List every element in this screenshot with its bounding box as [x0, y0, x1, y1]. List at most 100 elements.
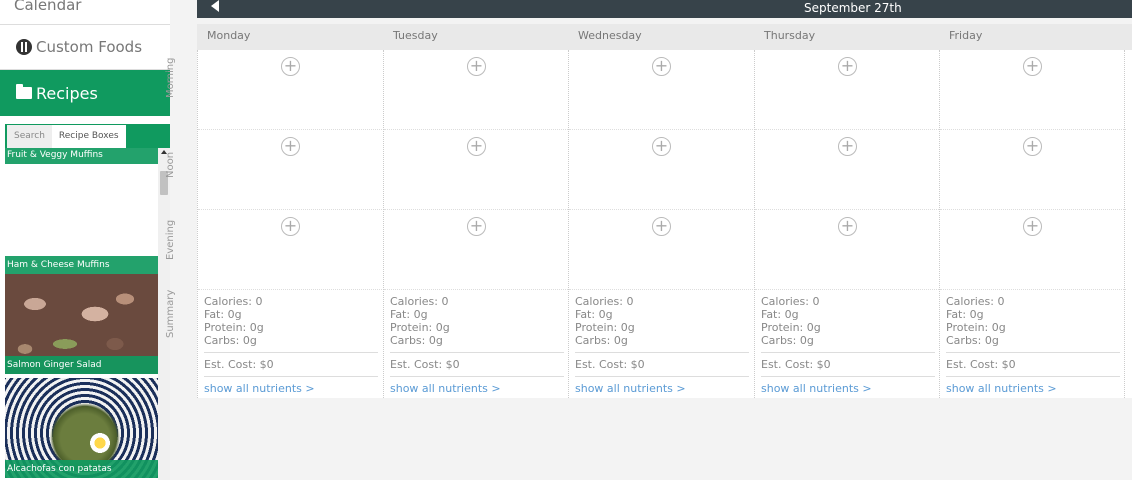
meal-slot[interactable]: + — [384, 50, 570, 130]
day-summary: Calories: 0 Fat: 0g Protein: 0g Carbs: 0… — [940, 290, 1126, 398]
add-meal-icon[interactable]: + — [838, 217, 857, 236]
carbs-value: Carbs: 0g — [390, 334, 443, 347]
meal-slot[interactable]: + — [569, 50, 755, 130]
day-header-row: Monday Tuesday Wednesday Thursday Friday — [197, 24, 1132, 50]
meal-slot[interactable]: + — [569, 130, 755, 210]
add-meal-icon[interactable]: + — [838, 137, 857, 156]
tab-recipe-boxes[interactable]: Recipe Boxes — [51, 125, 126, 148]
row-label-evening: Evening — [165, 219, 176, 260]
divider — [575, 376, 749, 377]
meal-slot[interactable]: + — [198, 210, 384, 290]
est-cost: Est. Cost: $0 — [946, 358, 1016, 371]
divider — [946, 352, 1120, 353]
fat-value: Fat: 0g — [761, 308, 799, 321]
day-summary: Calories: 0 Fat: 0g Protein: 0g Carbs: 0… — [755, 290, 941, 398]
divider — [390, 376, 564, 377]
recipe-name: Fruit & Veggy Muffins — [5, 148, 158, 164]
meal-slot[interactable]: + — [755, 50, 941, 130]
nav-custom-foods[interactable]: Custom Foods — [0, 25, 170, 70]
fat-value: Fat: 0g — [390, 308, 428, 321]
add-meal-icon[interactable]: + — [652, 137, 671, 156]
recipe-card[interactable]: Alcachofas con patatas — [5, 378, 158, 478]
meal-slot[interactable]: + — [384, 210, 570, 290]
recipe-card[interactable]: Fruit & Veggy Muffins — [5, 148, 158, 252]
add-meal-icon[interactable]: + — [467, 57, 486, 76]
nav-calendar[interactable]: Calendar — [0, 0, 170, 25]
show-all-nutrients-link[interactable]: show all nutrients > — [204, 382, 378, 395]
divider — [761, 352, 935, 353]
divider — [946, 376, 1120, 377]
add-meal-icon[interactable]: + — [652, 57, 671, 76]
recipe-card[interactable]: Ham & Cheese Muffins — [5, 252, 158, 274]
day-header-thursday: Thursday — [764, 29, 816, 42]
recipe-card[interactable]: Salmon Ginger Salad — [5, 274, 158, 374]
meal-slot[interactable]: + — [755, 130, 941, 210]
day-column-partial — [1124, 50, 1132, 398]
divider — [390, 352, 564, 353]
recipe-name: Alcachofas con patatas — [5, 460, 158, 478]
day-header-wednesday: Wednesday — [578, 29, 642, 42]
row-label-summary: Summary — [165, 289, 176, 338]
show-all-nutrients-link[interactable]: show all nutrients > — [946, 382, 1120, 395]
day-summary: Calories: 0 Fat: 0g Protein: 0g Carbs: 0… — [569, 290, 755, 398]
day-header-tuesday: Tuesday — [393, 29, 438, 42]
fat-value: Fat: 0g — [946, 308, 984, 321]
meal-slot[interactable]: + — [198, 130, 384, 210]
carbs-value: Carbs: 0g — [946, 334, 999, 347]
protein-value: Protein: 0g — [761, 321, 821, 334]
add-meal-icon[interactable]: + — [652, 217, 671, 236]
calories-value: Calories: 0 — [204, 295, 263, 308]
row-label-morning: Morning — [165, 57, 176, 98]
row-label-noon: Noon — [165, 151, 176, 178]
est-cost: Est. Cost: $0 — [575, 358, 645, 371]
carbs-value: Carbs: 0g — [204, 334, 257, 347]
meal-slot[interactable]: + — [569, 210, 755, 290]
show-all-nutrients-link[interactable]: show all nutrients > — [575, 382, 749, 395]
day-header-monday: Monday — [207, 29, 251, 42]
nav-recipes[interactable]: Recipes — [0, 70, 170, 116]
calories-value: Calories: 0 — [575, 295, 634, 308]
add-meal-icon[interactable]: + — [838, 57, 857, 76]
nav-custom-foods-label: Custom Foods — [36, 38, 143, 56]
protein-value: Protein: 0g — [390, 321, 450, 334]
back-arrow-icon[interactable] — [211, 0, 219, 12]
day-summary: Calories: 0 Fat: 0g Protein: 0g Carbs: 0… — [384, 290, 570, 398]
meal-slot[interactable]: + — [755, 210, 941, 290]
recipe-tabs: Search Recipe Boxes — [5, 124, 170, 148]
fork-knife-icon — [16, 39, 32, 55]
add-meal-icon[interactable]: + — [1023, 57, 1042, 76]
add-meal-icon[interactable]: + — [281, 217, 300, 236]
est-cost: Est. Cost: $0 — [204, 358, 274, 371]
day-column: + + + Calories: 0 Fat: 0g Protein: 0g Ca… — [383, 50, 570, 398]
meal-slot[interactable]: + — [940, 130, 1126, 210]
current-date: September 27th — [804, 1, 902, 15]
show-all-nutrients-link[interactable]: show all nutrients > — [390, 382, 564, 395]
nav-recipes-label: Recipes — [36, 83, 98, 103]
day-summary: Calories: 0 Fat: 0g Protein: 0g Carbs: 0… — [198, 290, 384, 398]
meal-slot[interactable]: + — [940, 50, 1126, 130]
meal-slot[interactable]: + — [198, 50, 384, 130]
fat-value: Fat: 0g — [204, 308, 242, 321]
add-meal-icon[interactable]: + — [281, 137, 300, 156]
add-meal-icon[interactable]: + — [281, 57, 300, 76]
carbs-value: Carbs: 0g — [575, 334, 628, 347]
fat-value: Fat: 0g — [575, 308, 613, 321]
show-all-nutrients-link[interactable]: show all nutrients > — [761, 382, 935, 395]
day-column: + + + Calories: 0 Fat: 0g Protein: 0g Ca… — [754, 50, 941, 398]
day-column: + + + Calories: 0 Fat: 0g Protein: 0g Ca… — [568, 50, 755, 398]
calendar-header: September 27th — [197, 0, 1132, 18]
meal-slot[interactable]: + — [384, 130, 570, 210]
protein-value: Protein: 0g — [946, 321, 1006, 334]
add-meal-icon[interactable]: + — [467, 217, 486, 236]
day-column: + + + Calories: 0 Fat: 0g Protein: 0g Ca… — [197, 50, 384, 398]
divider — [204, 376, 378, 377]
add-meal-icon[interactable]: + — [1023, 217, 1042, 236]
tab-search[interactable]: Search — [7, 125, 52, 148]
meal-slot[interactable]: + — [940, 210, 1126, 290]
day-header-friday: Friday — [949, 29, 983, 42]
folder-icon — [16, 84, 32, 99]
recipe-name: Ham & Cheese Muffins — [5, 256, 158, 274]
add-meal-icon[interactable]: + — [1023, 137, 1042, 156]
add-meal-icon[interactable]: + — [467, 137, 486, 156]
divider — [575, 352, 749, 353]
